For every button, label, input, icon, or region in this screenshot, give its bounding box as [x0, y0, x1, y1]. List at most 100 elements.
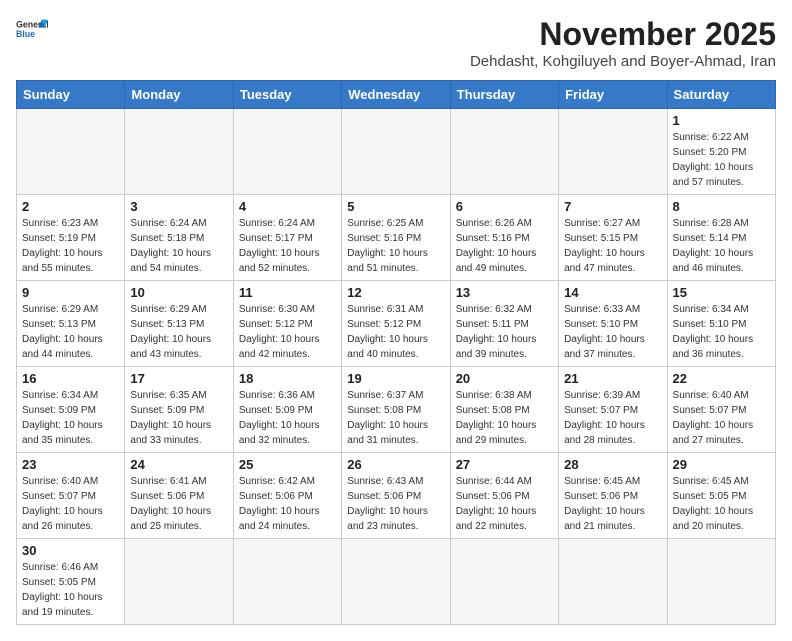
day-info: Sunrise: 6:40 AM Sunset: 5:07 PM Dayligh…: [673, 388, 770, 448]
day-info: Sunrise: 6:34 AM Sunset: 5:09 PM Dayligh…: [22, 388, 119, 448]
day-info: Sunrise: 6:24 AM Sunset: 5:17 PM Dayligh…: [239, 216, 336, 276]
table-row: 27 Sunrise: 6:44 AM Sunset: 5:06 PM Dayli…: [450, 453, 558, 539]
table-row: 28 Sunrise: 6:45 AM Sunset: 5:06 PM Dayli…: [559, 453, 667, 539]
calendar-week-row: 16 Sunrise: 6:34 AM Sunset: 5:09 PM Dayli…: [17, 367, 776, 453]
day-info: Sunrise: 6:33 AM Sunset: 5:10 PM Dayligh…: [564, 302, 661, 362]
table-row: [559, 109, 667, 195]
table-row: 10Sunrise: 6:29 AM Sunset: 5:13 PM Dayli…: [125, 281, 233, 367]
day-number: 11: [239, 285, 336, 300]
table-row: 24 Sunrise: 6:41 AM Sunset: 5:06 PM Dayli…: [125, 453, 233, 539]
table-row: 2 Sunrise: 6:23 AM Sunset: 5:19 PM Daylig…: [17, 195, 125, 281]
weekday-header-monday: Monday: [125, 81, 233, 109]
day-info: Sunrise: 6:42 AM Sunset: 5:06 PM Dayligh…: [239, 474, 336, 534]
day-number: 28: [564, 457, 661, 472]
calendar-week-row: 9 Sunrise: 6:29 AM Sunset: 5:13 PM Daylig…: [17, 281, 776, 367]
page-header: General Blue November 2025 Dehdasht, Koh…: [16, 16, 776, 70]
table-row: 11 Sunrise: 6:30 AM Sunset: 5:12 PM Dayli…: [233, 281, 341, 367]
day-info: Sunrise: 6:46 AM Sunset: 5:05 PM Dayligh…: [22, 560, 119, 620]
table-row: 13 Sunrise: 6:32 AM Sunset: 5:11 PM Dayli…: [450, 281, 558, 367]
day-number: 9: [22, 285, 119, 300]
table-row: 1 Sunrise: 6:22 AM Sunset: 5:20 PM Daylig…: [667, 109, 775, 195]
day-number: 16: [22, 371, 119, 386]
day-number: 20: [456, 371, 553, 386]
calendar-week-row: 2 Sunrise: 6:23 AM Sunset: 5:19 PM Daylig…: [17, 195, 776, 281]
table-row: 17 Sunrise: 6:35 AM Sunset: 5:09 PM Dayli…: [125, 367, 233, 453]
table-row: 5 Sunrise: 6:25 AM Sunset: 5:16 PM Daylig…: [342, 195, 450, 281]
table-row: 22 Sunrise: 6:40 AM Sunset: 5:07 PM Dayli…: [667, 367, 775, 453]
table-row: 16 Sunrise: 6:34 AM Sunset: 5:09 PM Dayli…: [17, 367, 125, 453]
calendar-table: SundayMondayTuesdayWednesdayThursdayFrid…: [16, 80, 776, 625]
table-row: 21 Sunrise: 6:39 AM Sunset: 5:07 PM Dayli…: [559, 367, 667, 453]
table-row: 23Sunrise: 6:40 AM Sunset: 5:07 PM Dayli…: [17, 453, 125, 539]
month-year-title: November 2025: [470, 16, 776, 53]
day-info: Sunrise: 6:25 AM Sunset: 5:16 PM Dayligh…: [347, 216, 444, 276]
day-number: 2: [22, 199, 119, 214]
day-number: 21: [564, 371, 661, 386]
table-row: 3 Sunrise: 6:24 AM Sunset: 5:18 PM Daylig…: [125, 195, 233, 281]
day-number: 22: [673, 371, 770, 386]
day-number: 29: [673, 457, 770, 472]
table-row: [450, 109, 558, 195]
day-info: Sunrise: 6:40 AM Sunset: 5:07 PM Dayligh…: [22, 474, 119, 534]
table-row: 20 Sunrise: 6:38 AM Sunset: 5:08 PM Dayli…: [450, 367, 558, 453]
weekday-header-tuesday: Tuesday: [233, 81, 341, 109]
weekday-header-row: SundayMondayTuesdayWednesdayThursdayFrid…: [17, 81, 776, 109]
table-row: 14 Sunrise: 6:33 AM Sunset: 5:10 PM Dayli…: [559, 281, 667, 367]
table-row: 4 Sunrise: 6:24 AM Sunset: 5:17 PM Daylig…: [233, 195, 341, 281]
day-number: 24: [130, 457, 227, 472]
day-number: 25: [239, 457, 336, 472]
weekday-header-thursday: Thursday: [450, 81, 558, 109]
table-row: 26 Sunrise: 6:43 AM Sunset: 5:06 PM Dayli…: [342, 453, 450, 539]
day-number: 3: [130, 199, 227, 214]
day-number: 8: [673, 199, 770, 214]
day-number: 15: [673, 285, 770, 300]
table-row: 6Sunrise: 6:26 AM Sunset: 5:16 PM Daylig…: [450, 195, 558, 281]
day-number: 30: [22, 543, 119, 558]
day-number: 27: [456, 457, 553, 472]
table-row: [342, 109, 450, 195]
day-info: Sunrise: 6:28 AM Sunset: 5:14 PM Dayligh…: [673, 216, 770, 276]
day-number: 13: [456, 285, 553, 300]
table-row: 25 Sunrise: 6:42 AM Sunset: 5:06 PM Dayli…: [233, 453, 341, 539]
day-info: Sunrise: 6:31 AM Sunset: 5:12 PM Dayligh…: [347, 302, 444, 362]
day-info: Sunrise: 6:27 AM Sunset: 5:15 PM Dayligh…: [564, 216, 661, 276]
day-number: 17: [130, 371, 227, 386]
weekday-header-friday: Friday: [559, 81, 667, 109]
day-number: 19: [347, 371, 444, 386]
day-info: Sunrise: 6:43 AM Sunset: 5:06 PM Dayligh…: [347, 474, 444, 534]
calendar-week-row: 23Sunrise: 6:40 AM Sunset: 5:07 PM Dayli…: [17, 453, 776, 539]
day-info: Sunrise: 6:32 AM Sunset: 5:11 PM Dayligh…: [456, 302, 553, 362]
svg-text:Blue: Blue: [16, 29, 35, 39]
day-info: Sunrise: 6:29 AM Sunset: 5:13 PM Dayligh…: [22, 302, 119, 362]
day-info: Sunrise: 6:37 AM Sunset: 5:08 PM Dayligh…: [347, 388, 444, 448]
day-info: Sunrise: 6:36 AM Sunset: 5:09 PM Dayligh…: [239, 388, 336, 448]
day-number: 4: [239, 199, 336, 214]
calendar-week-row: 1 Sunrise: 6:22 AM Sunset: 5:20 PM Daylig…: [17, 109, 776, 195]
day-info: Sunrise: 6:41 AM Sunset: 5:06 PM Dayligh…: [130, 474, 227, 534]
title-block: November 2025 Dehdasht, Kohgiluyeh and B…: [470, 16, 776, 70]
day-info: Sunrise: 6:44 AM Sunset: 5:06 PM Dayligh…: [456, 474, 553, 534]
table-row: 19 Sunrise: 6:37 AM Sunset: 5:08 PM Dayli…: [342, 367, 450, 453]
location-subtitle: Dehdasht, Kohgiluyeh and Boyer-Ahmad, Ir…: [470, 53, 776, 70]
day-info: Sunrise: 6:24 AM Sunset: 5:18 PM Dayligh…: [130, 216, 227, 276]
day-info: Sunrise: 6:45 AM Sunset: 5:06 PM Dayligh…: [564, 474, 661, 534]
day-number: 26: [347, 457, 444, 472]
table-row: 12Sunrise: 6:31 AM Sunset: 5:12 PM Dayli…: [342, 281, 450, 367]
day-info: Sunrise: 6:35 AM Sunset: 5:09 PM Dayligh…: [130, 388, 227, 448]
day-info: Sunrise: 6:39 AM Sunset: 5:07 PM Dayligh…: [564, 388, 661, 448]
day-info: Sunrise: 6:23 AM Sunset: 5:19 PM Dayligh…: [22, 216, 119, 276]
weekday-header-wednesday: Wednesday: [342, 81, 450, 109]
table-row: 18 Sunrise: 6:36 AM Sunset: 5:09 PM Dayli…: [233, 367, 341, 453]
day-number: 14: [564, 285, 661, 300]
table-row: 8 Sunrise: 6:28 AM Sunset: 5:14 PM Daylig…: [667, 195, 775, 281]
day-info: Sunrise: 6:45 AM Sunset: 5:05 PM Dayligh…: [673, 474, 770, 534]
table-row: [233, 109, 341, 195]
day-number: 1: [673, 113, 770, 128]
day-info: Sunrise: 6:38 AM Sunset: 5:08 PM Dayligh…: [456, 388, 553, 448]
day-number: 5: [347, 199, 444, 214]
day-info: Sunrise: 6:22 AM Sunset: 5:20 PM Dayligh…: [673, 130, 770, 190]
day-number: 18: [239, 371, 336, 386]
day-info: Sunrise: 6:30 AM Sunset: 5:12 PM Dayligh…: [239, 302, 336, 362]
logo-icon: General Blue: [16, 16, 48, 44]
table-row: [125, 109, 233, 195]
